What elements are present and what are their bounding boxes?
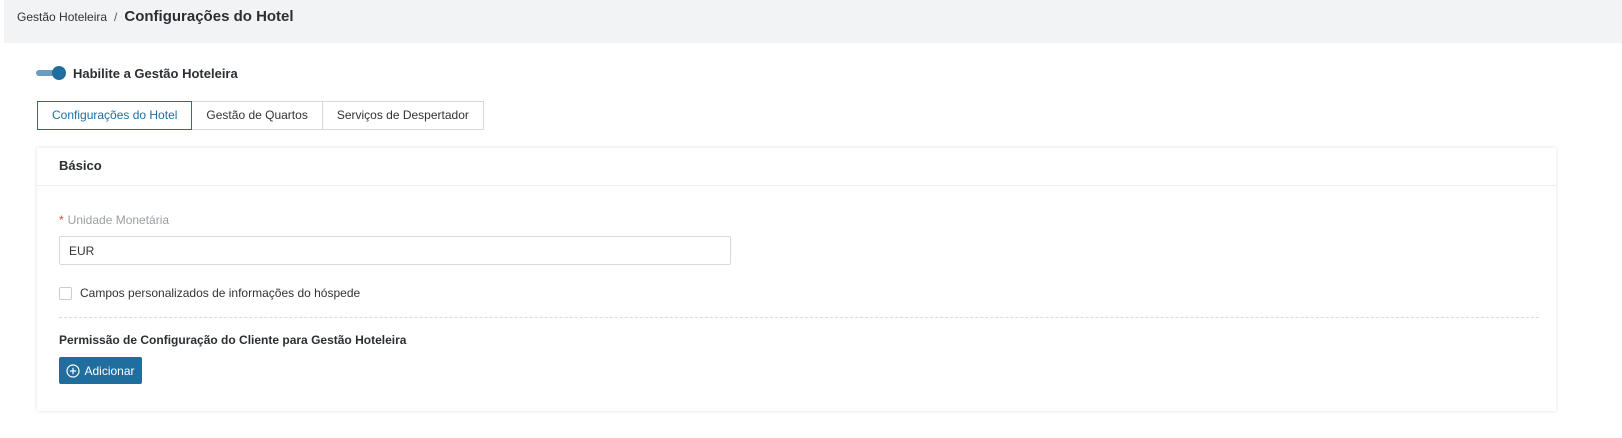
basic-settings-card: Básico *Unidade Monetária Campos persona… — [37, 148, 1556, 411]
custom-guest-fields-option[interactable]: Campos personalizados de informações do … — [59, 285, 360, 301]
currency-input[interactable] — [59, 236, 731, 265]
hotel-management-toggle[interactable] — [36, 66, 66, 80]
required-asterisk: * — [59, 213, 64, 227]
page: Gestão Hoteleira / Configurações do Hote… — [4, 0, 1622, 438]
page-title: Configurações do Hotel — [124, 8, 294, 25]
tab-hotel-settings[interactable]: Configurações do Hotel — [37, 101, 193, 130]
breadcrumb-parent[interactable]: Gestão Hoteleira — [17, 10, 107, 24]
plus-circle-icon — [66, 363, 81, 378]
add-button[interactable]: Adicionar — [59, 357, 142, 384]
toggle-knob — [52, 66, 66, 80]
tab-wake-up-services[interactable]: Serviços de Despertador — [322, 101, 484, 130]
client-permission-title: Permissão de Configuração do Cliente par… — [59, 333, 407, 347]
section-divider — [59, 317, 1539, 318]
currency-label-text: Unidade Monetária — [67, 213, 170, 227]
main-content: Habilite a Gestão Hoteleira Configuraçõe… — [4, 43, 1622, 438]
breadcrumb-separator: / — [114, 10, 118, 24]
breadcrumb: Gestão Hoteleira / Configurações do Hote… — [17, 8, 294, 28]
card-title: Básico — [37, 148, 1556, 186]
custom-guest-fields-checkbox[interactable] — [59, 286, 72, 300]
hotel-management-toggle-row: Habilite a Gestão Hoteleira — [36, 63, 238, 83]
tab-room-management[interactable]: Gestão de Quartos — [192, 101, 323, 130]
add-button-label: Adicionar — [84, 363, 135, 378]
tab-bar: Configurações do Hotel Gestão de Quartos… — [37, 101, 484, 130]
custom-guest-fields-label: Campos personalizados de informações do … — [80, 286, 361, 300]
toggle-label: Habilite a Gestão Hoteleira — [73, 65, 238, 81]
currency-label: * Unidade Monetária — [59, 213, 169, 227]
